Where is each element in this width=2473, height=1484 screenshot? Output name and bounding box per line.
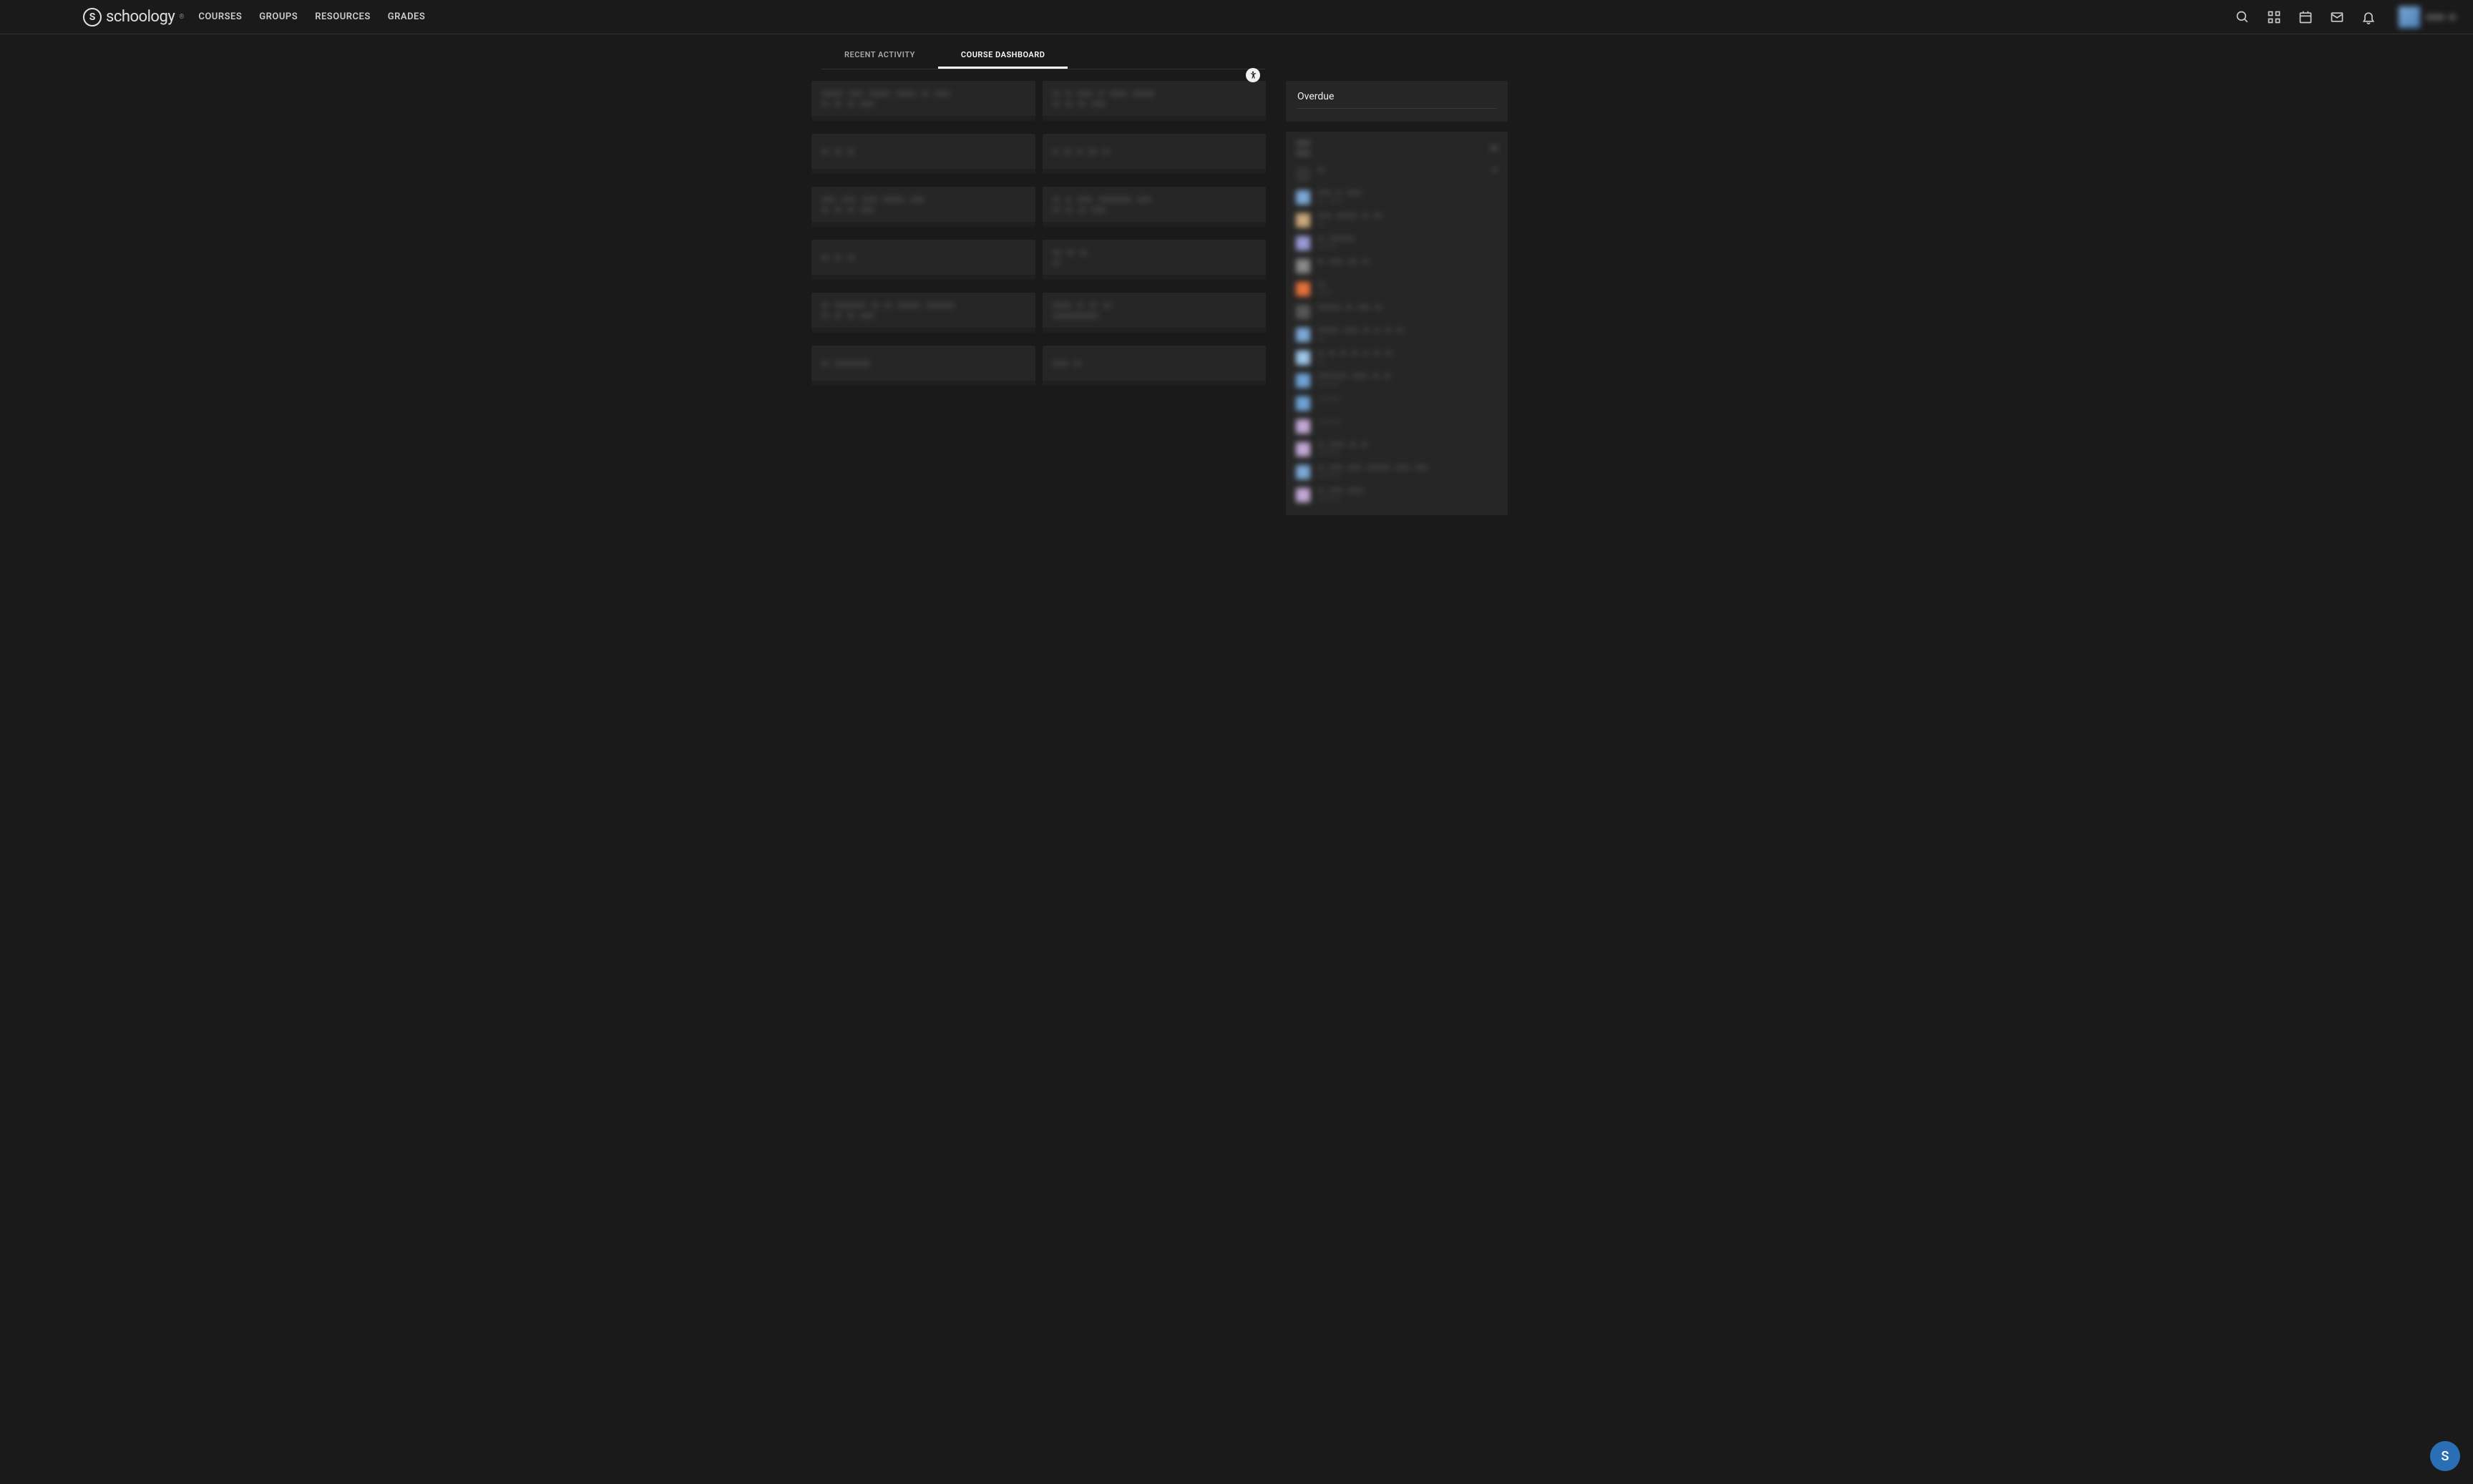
logo-text: schoology [106, 8, 175, 26]
list-item[interactable] [1296, 209, 1498, 232]
course-card[interactable] [811, 240, 1035, 280]
notifications-icon[interactable] [2361, 10, 2376, 24]
sidebar: Overdue [1286, 81, 1508, 515]
course-grid [811, 81, 1266, 386]
apps-grid-icon[interactable] [2267, 10, 2281, 24]
list-item[interactable] [1296, 484, 1498, 507]
calendar-icon[interactable] [2298, 10, 2313, 24]
item-thumb-icon [1296, 419, 1310, 434]
list-item[interactable] [1296, 301, 1498, 323]
help-fab[interactable]: S [2430, 1441, 2460, 1471]
item-thumb-icon [1296, 259, 1310, 273]
item-thumb-icon [1296, 488, 1310, 502]
course-card[interactable] [1043, 293, 1267, 333]
list-item[interactable] [1296, 163, 1498, 186]
course-card[interactable] [811, 134, 1035, 174]
item-thumb-icon [1296, 351, 1310, 365]
accessibility-icon[interactable] [1246, 68, 1260, 82]
list-item[interactable] [1296, 323, 1498, 346]
mail-icon[interactable] [2330, 10, 2344, 24]
nav-courses[interactable]: COURSES [198, 11, 242, 22]
list-item[interactable] [1296, 186, 1498, 209]
course-card[interactable] [1043, 187, 1267, 227]
overdue-title: Overdue [1297, 91, 1496, 109]
tab-recent-activity[interactable]: RECENT ACTIVITY [821, 43, 938, 69]
item-thumb-icon [1296, 190, 1310, 205]
search-icon[interactable] [2235, 10, 2250, 24]
page: RECENT ACTIVITY COURSE DASHBOARD Overdue [811, 43, 1662, 544]
item-thumb-icon [1296, 213, 1310, 228]
list-item[interactable] [1296, 232, 1498, 255]
nav-grades[interactable]: GRADES [388, 11, 426, 22]
user-menu[interactable] [2393, 6, 2456, 28]
list-item[interactable] [1296, 369, 1498, 392]
item-thumb-icon [1296, 236, 1310, 250]
course-card[interactable] [811, 346, 1035, 386]
item-thumb-icon [1296, 328, 1310, 342]
item-thumb-icon [1296, 465, 1310, 479]
topnav: COURSES GROUPS RESOURCES GRADES [198, 11, 425, 22]
upcoming-panel [1286, 132, 1508, 515]
item-thumb-icon [1296, 374, 1310, 388]
item-thumb-icon [1296, 282, 1310, 296]
list-item[interactable] [1296, 278, 1498, 301]
nav-groups[interactable]: GROUPS [259, 11, 298, 22]
course-card[interactable] [1043, 134, 1267, 174]
course-card[interactable] [811, 293, 1035, 333]
item-thumb-icon [1296, 167, 1310, 182]
list-item[interactable] [1296, 392, 1498, 415]
trademark: ® [179, 14, 184, 21]
course-card[interactable] [811, 187, 1035, 227]
item-thumb-icon [1296, 305, 1310, 319]
list-item[interactable] [1296, 438, 1498, 461]
nav-resources[interactable]: RESOURCES [315, 11, 371, 22]
list-item[interactable] [1296, 255, 1498, 278]
avatar [2399, 6, 2420, 28]
item-thumb-icon [1296, 442, 1310, 457]
course-card[interactable] [1043, 240, 1267, 280]
course-card[interactable] [811, 81, 1035, 121]
tabs: RECENT ACTIVITY COURSE DASHBOARD [821, 43, 1265, 69]
course-card[interactable] [1043, 346, 1267, 386]
item-thumb-icon [1296, 396, 1310, 411]
brand-logo[interactable]: S schoology ® [83, 8, 184, 26]
list-item[interactable] [1296, 346, 1498, 369]
topbar: S schoology ® COURSES GROUPS RESOURCES G… [0, 0, 2473, 34]
logo-mark-icon: S [83, 8, 102, 26]
overdue-panel: Overdue [1286, 81, 1508, 122]
topbar-right [2235, 6, 2456, 28]
list-item[interactable] [1296, 415, 1498, 438]
list-item[interactable] [1296, 461, 1498, 484]
course-card[interactable] [1043, 81, 1267, 121]
tab-course-dashboard[interactable]: COURSE DASHBOARD [938, 43, 1068, 69]
